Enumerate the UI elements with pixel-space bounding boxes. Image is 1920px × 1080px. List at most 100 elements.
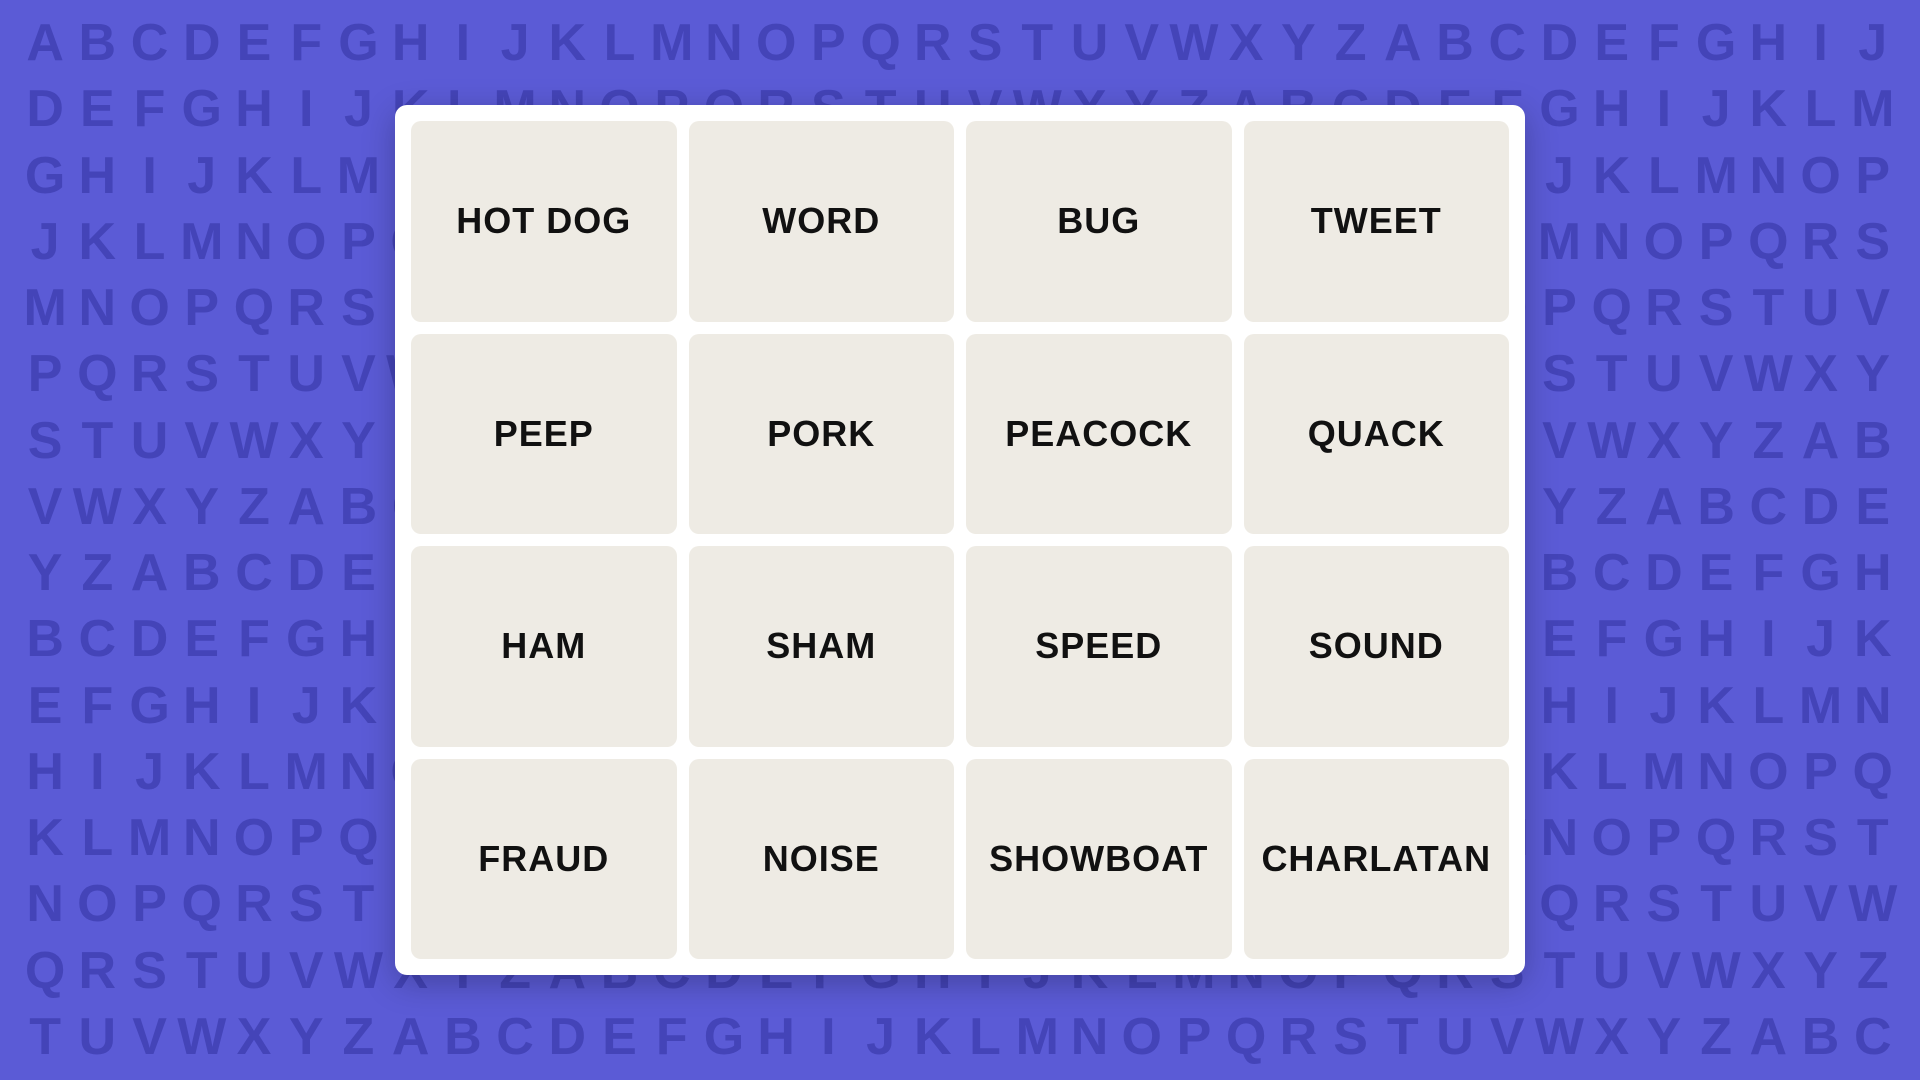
alphabet-char: M	[1848, 79, 1900, 139]
alphabet-char: R	[281, 278, 333, 338]
alphabet-char: I	[281, 79, 333, 139]
alphabet-char: H	[229, 79, 281, 139]
alphabet-char: A	[386, 1007, 438, 1067]
alphabet-char: Z	[1848, 941, 1900, 1001]
word-label-sound: SOUND	[1309, 625, 1444, 667]
alphabet-char: N	[699, 13, 751, 73]
word-label-hot-dog: HOT DOG	[456, 200, 631, 242]
alphabet-char: H	[1587, 79, 1639, 139]
alphabet-char: J	[1534, 146, 1586, 206]
word-card-hot-dog[interactable]: HOT DOG	[411, 121, 677, 322]
alphabet-char: S	[1795, 808, 1847, 868]
alphabet-char: J	[333, 79, 385, 139]
alphabet-char: V	[1534, 411, 1586, 471]
alphabet-char: F	[229, 609, 281, 669]
word-card-peacock[interactable]: PEACOCK	[966, 334, 1232, 535]
alphabet-char: K	[333, 676, 385, 736]
word-card-quack[interactable]: QUACK	[1244, 334, 1510, 535]
alphabet-char: K	[542, 13, 594, 73]
alphabet-row: ABCDEFGHIJKLMNOPQRSTUVWXYZABCDEFGHIJ	[20, 13, 1900, 73]
alphabet-char: V	[1795, 874, 1847, 934]
word-card-charlatan[interactable]: CHARLATAN	[1244, 759, 1510, 960]
alphabet-char: J	[856, 1007, 908, 1067]
alphabet-char: F	[281, 13, 333, 73]
alphabet-char: I	[803, 1007, 855, 1067]
alphabet-char: E	[333, 543, 385, 603]
word-label-charlatan: CHARLATAN	[1261, 838, 1491, 880]
word-card-bug[interactable]: BUG	[966, 121, 1232, 322]
alphabet-char: W	[177, 1007, 229, 1067]
alphabet-char: T	[177, 941, 229, 1001]
alphabet-char: M	[1795, 676, 1847, 736]
alphabet-char: G	[177, 79, 229, 139]
word-card-showboat[interactable]: SHOWBOAT	[966, 759, 1232, 960]
alphabet-char: W	[1169, 13, 1221, 73]
alphabet-char: P	[333, 212, 385, 272]
alphabet-char: Y	[1848, 344, 1900, 404]
alphabet-char: V	[1848, 278, 1900, 338]
word-grid: HOT DOG WORD BUGTWEET PEEP PORKPEACOCK QUACK H…	[411, 121, 1509, 959]
word-label-quack: QUACK	[1308, 413, 1445, 455]
alphabet-char: N	[1534, 808, 1586, 868]
word-card-pork[interactable]: PORK	[689, 334, 955, 535]
alphabet-char: P	[1795, 742, 1847, 802]
alphabet-char: N	[20, 874, 72, 934]
word-card-speed[interactable]: SPEED	[966, 546, 1232, 747]
alphabet-char: M	[1012, 1007, 1064, 1067]
alphabet-char: W	[1848, 874, 1900, 934]
alphabet-char: H	[1691, 609, 1743, 669]
alphabet-char: V	[124, 1007, 176, 1067]
alphabet-char: L	[1639, 146, 1691, 206]
alphabet-char: Q	[1848, 742, 1900, 802]
alphabet-char: X	[229, 1007, 281, 1067]
alphabet-char: T	[1534, 941, 1586, 1001]
alphabet-char: Y	[177, 477, 229, 537]
alphabet-char: I	[72, 742, 124, 802]
alphabet-char: K	[1534, 742, 1586, 802]
alphabet-char: I	[124, 146, 176, 206]
alphabet-char: S	[20, 411, 72, 471]
alphabet-char: D	[124, 609, 176, 669]
alphabet-char: O	[1117, 1007, 1169, 1067]
alphabet-char: Y	[20, 543, 72, 603]
alphabet-char: W	[1743, 344, 1795, 404]
word-card-fraud[interactable]: FRAUD	[411, 759, 677, 960]
alphabet-char: C	[72, 609, 124, 669]
word-card-word[interactable]: WORD	[689, 121, 955, 322]
alphabet-char: G	[281, 609, 333, 669]
alphabet-char: D	[1534, 13, 1586, 73]
alphabet-char: Q	[1221, 1007, 1273, 1067]
word-label-peep: PEEP	[494, 413, 594, 455]
alphabet-char: W	[1534, 1007, 1586, 1067]
alphabet-char: W	[72, 477, 124, 537]
alphabet-char: A	[1743, 1007, 1795, 1067]
word-card-sound[interactable]: SOUND	[1244, 546, 1510, 747]
word-card-sham[interactable]: SHAM	[689, 546, 955, 747]
word-card-ham[interactable]: HAM	[411, 546, 677, 747]
word-card-peep[interactable]: PEEP	[411, 334, 677, 535]
alphabet-char: P	[281, 808, 333, 868]
alphabet-char: J	[20, 212, 72, 272]
alphabet-char: H	[177, 676, 229, 736]
alphabet-char: X	[1221, 13, 1273, 73]
word-label-word: WORD	[762, 200, 880, 242]
alphabet-char: D	[542, 1007, 594, 1067]
alphabet-char: B	[1430, 13, 1482, 73]
alphabet-char: G	[1639, 609, 1691, 669]
alphabet-char: H	[386, 13, 438, 73]
alphabet-char: L	[1743, 676, 1795, 736]
alphabet-char: O	[1795, 146, 1847, 206]
alphabet-char: Q	[20, 941, 72, 1001]
alphabet-char: Y	[333, 411, 385, 471]
alphabet-char: F	[1587, 609, 1639, 669]
alphabet-char: E	[594, 1007, 646, 1067]
alphabet-char: J	[124, 742, 176, 802]
word-card-tweet[interactable]: TWEET	[1244, 121, 1510, 322]
alphabet-char: E	[20, 676, 72, 736]
alphabet-char: F	[1743, 543, 1795, 603]
alphabet-char: M	[1691, 146, 1743, 206]
alphabet-char: E	[177, 609, 229, 669]
alphabet-char: U	[1639, 344, 1691, 404]
alphabet-char: L	[1587, 742, 1639, 802]
word-card-noise[interactable]: NOISE	[689, 759, 955, 960]
